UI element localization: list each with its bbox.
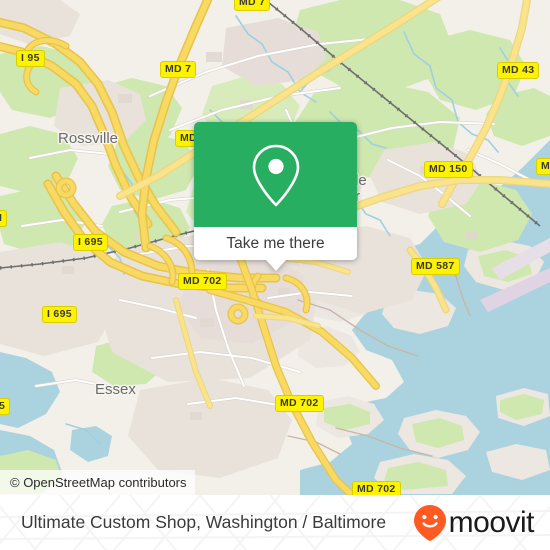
footer-bar: Ultimate Custom Shop, Washington / Balti… (0, 495, 550, 550)
road-shield: I 695 (73, 234, 108, 251)
road-shield: MD 43 (497, 62, 540, 79)
road-shield: I 95 (16, 50, 45, 67)
moovit-logo[interactable]: moovit (413, 495, 535, 550)
road-shield: MD 587 (411, 258, 460, 275)
road-shield: M (536, 158, 550, 175)
map-attribution[interactable]: © OpenStreetMap contributors (0, 470, 195, 495)
moovit-map-screenshot: .water { fill:#aad3df; } .green { fill:#… (0, 0, 550, 550)
place-label-rossville: Rossville (58, 130, 119, 147)
road-shield: MD 702 (352, 481, 401, 495)
callout-pin-area (194, 122, 357, 227)
destination-callout-card[interactable]: Take me there (194, 122, 357, 271)
take-me-there-label: Take me there (226, 234, 325, 252)
road-shield: MD 150 (424, 161, 473, 178)
road-shield: MD 7 (160, 61, 197, 78)
road-shield: I 695 (42, 306, 77, 323)
callout-pointer (265, 260, 286, 271)
road-shield: I (0, 210, 8, 227)
page-title: Ultimate Custom Shop, Washington / Balti… (21, 512, 387, 532)
moovit-smiley-pin-icon (413, 504, 446, 541)
road-shield: MD 7 (234, 0, 271, 11)
map-pin-icon (252, 144, 299, 206)
map-canvas[interactable]: .water { fill:#aad3df; } .green { fill:#… (0, 0, 550, 495)
road-shield: MD 702 (275, 395, 324, 412)
road-shield: 5 (0, 398, 11, 415)
place-label-essex: Essex (95, 381, 136, 398)
callout-action-area[interactable]: Take me there (194, 227, 357, 271)
moovit-wordmark: moovit (448, 505, 535, 539)
road-shield: MD 702 (178, 273, 227, 290)
